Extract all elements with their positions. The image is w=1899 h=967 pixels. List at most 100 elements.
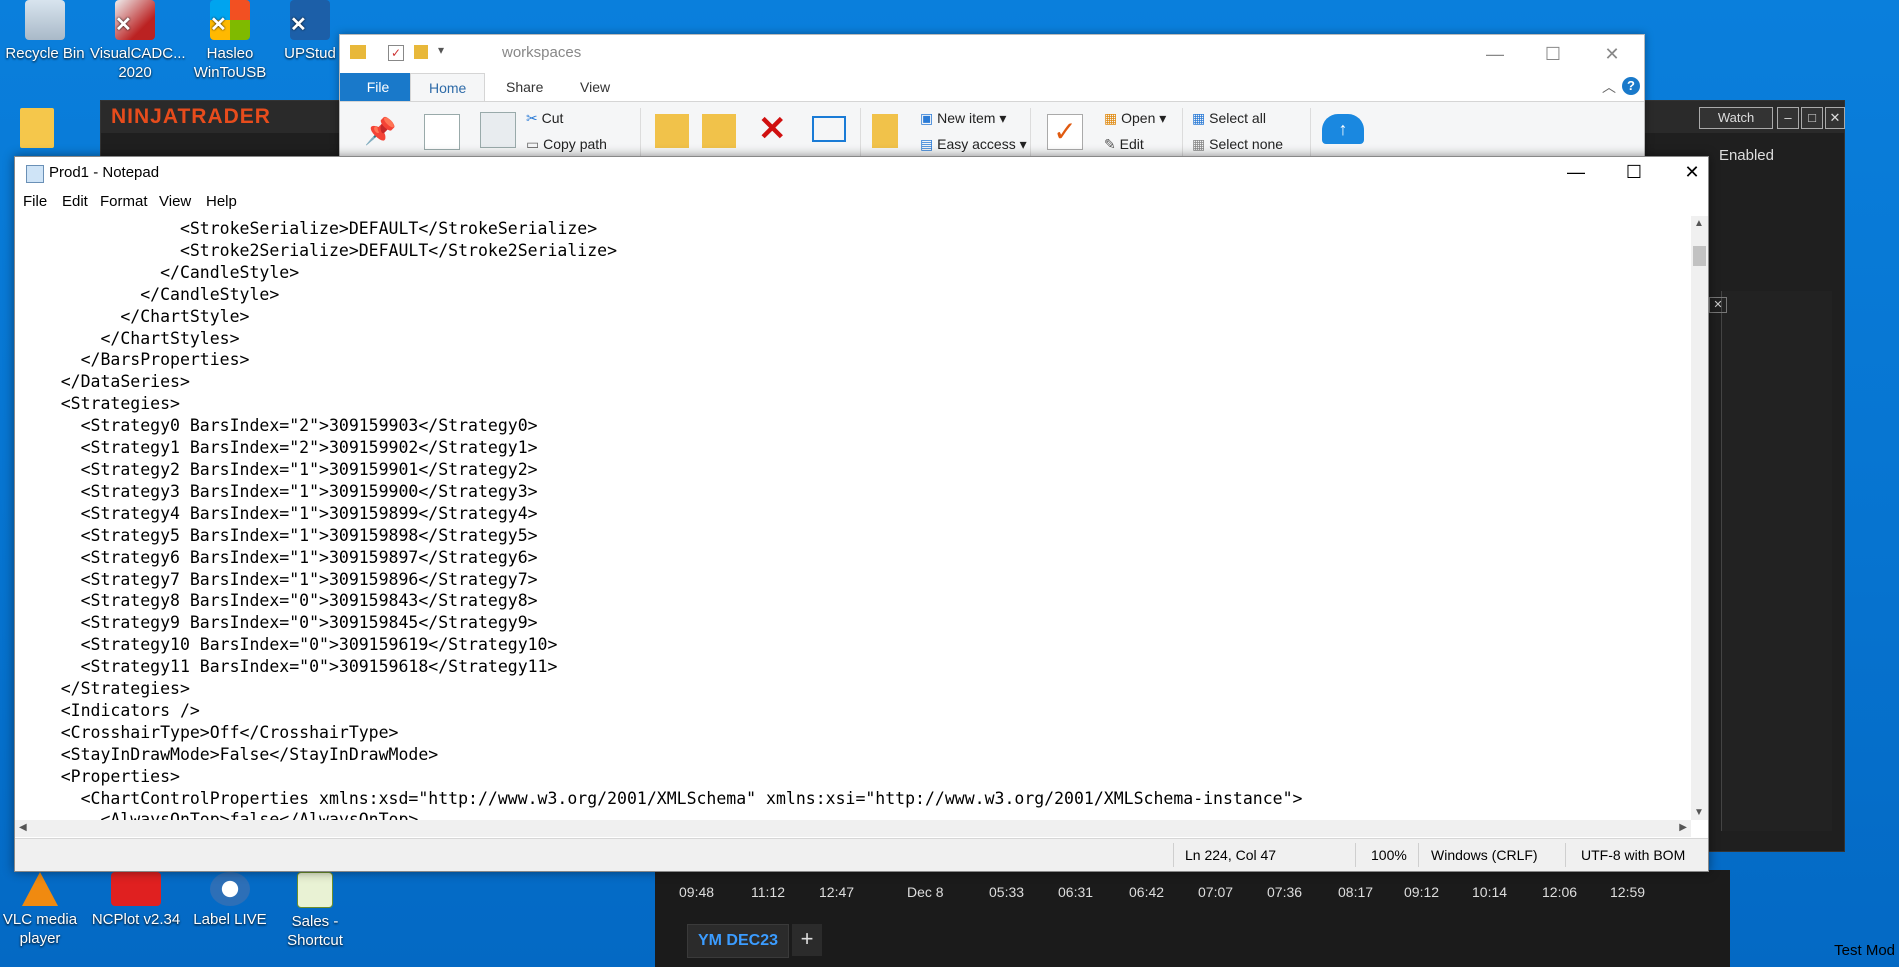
- menu-view[interactable]: View: [159, 193, 191, 210]
- desktop-icon-label: UPStud: [284, 45, 336, 62]
- copy-to-icon[interactable]: [702, 114, 736, 148]
- desktop-icon-visualcadc[interactable]: ✕ VisualCADC... 2020: [90, 0, 186, 82]
- nt-close-button[interactable]: ✕: [1825, 107, 1845, 129]
- menu-format[interactable]: Format: [100, 193, 148, 210]
- add-chart-tab-button[interactable]: +: [792, 924, 822, 956]
- notepad-minimize-button[interactable]: —: [1547, 153, 1605, 191]
- new-item-button[interactable]: ▣ New item ▾: [920, 110, 1006, 127]
- vlc-cone-icon: [22, 872, 58, 906]
- editor-line: <StayInDrawMode>False</StayInDrawMode>: [21, 744, 439, 764]
- nt-close-panel-icon[interactable]: ✕: [1709, 297, 1727, 313]
- editor-line: <StrokeSerialize>DEFAULT</StrokeSerializ…: [21, 219, 598, 238]
- desktop-icon-label-live[interactable]: Label LIVE: [185, 872, 275, 929]
- copy-path-label: Copy path: [543, 136, 607, 152]
- horizontal-scrollbar[interactable]: ◀ ▶: [15, 820, 1691, 837]
- notepad-menubar: File Edit Format View Help: [15, 189, 1708, 215]
- move-to-icon[interactable]: [655, 114, 689, 148]
- tab-view[interactable]: View: [562, 73, 628, 101]
- editor-line: <Indicators />: [21, 700, 200, 720]
- scroll-left-arrow-icon[interactable]: ◀: [19, 822, 27, 833]
- nt-maximize-button[interactable]: □: [1801, 107, 1823, 129]
- menu-edit[interactable]: Edit: [62, 193, 88, 210]
- edit-button[interactable]: ✎ Edit: [1104, 136, 1144, 153]
- scroll-down-arrow-icon[interactable]: ▼: [1694, 807, 1704, 818]
- explorer-maximize-button[interactable]: ☐: [1524, 35, 1582, 73]
- time-tick: 12:59: [1610, 884, 1646, 900]
- properties-big-icon[interactable]: ✓: [1047, 114, 1083, 150]
- ribbon-collapse-chevron-icon[interactable]: ︿: [1602, 77, 1616, 97]
- explorer-titlebar: ✓ ▾ workspaces — ☐ ✕: [340, 35, 1644, 73]
- tab-share[interactable]: Share: [488, 73, 561, 101]
- editor-line: </BarsProperties>: [21, 350, 250, 370]
- select-all-icon: ▦: [1192, 110, 1206, 126]
- scroll-up-arrow-icon[interactable]: ▲: [1694, 218, 1704, 229]
- select-none-button[interactable]: ▦ Select none: [1192, 136, 1283, 153]
- ribbon-tabs: File Home Share View ︿ ?: [340, 73, 1644, 102]
- notepad-maximize-button[interactable]: ☐: [1605, 153, 1663, 191]
- desktop-icon-sales-shortcut[interactable]: Sales - Shortcut: [280, 872, 350, 950]
- cut-button[interactable]: ✂ Cut: [526, 110, 563, 127]
- scroll-right-arrow-icon[interactable]: ▶: [1679, 822, 1687, 833]
- editor-line: <AlwaysOnTop>false</AlwaysOnTop>: [21, 810, 419, 820]
- explorer-title: workspaces: [502, 44, 582, 61]
- rename-icon[interactable]: [812, 116, 846, 142]
- tab-home[interactable]: Home: [410, 73, 486, 102]
- editor-line: <Strategy3 BarsIndex="1">309159900</Stra…: [21, 481, 538, 501]
- desktop-icon-label: NCPlot v2.34: [91, 911, 181, 928]
- desktop-icon-recycle-bin[interactable]: Recycle Bin: [0, 0, 90, 63]
- editor-line: <Stroke2Serialize>DEFAULT</Stroke2Serial…: [21, 240, 618, 260]
- notepad-window[interactable]: Prod1 - Notepad — ☐ ✕ File Edit Format V…: [14, 156, 1709, 872]
- nt-minimize-button[interactable]: –: [1777, 107, 1799, 129]
- new-folder-icon[interactable]: [414, 45, 428, 59]
- editor-line: <Strategy4 BarsIndex="1">309159899</Stra…: [21, 503, 538, 523]
- label-live-icon: [210, 872, 250, 906]
- editor-text: <StrokeSerialize>DEFAULT</StrokeSerializ…: [15, 216, 1691, 820]
- folder-icon: [350, 45, 366, 59]
- cloud-upload-icon[interactable]: ↑: [1322, 114, 1364, 144]
- spreadsheet-icon: [297, 872, 333, 908]
- paste-icon[interactable]: [480, 112, 516, 148]
- desktop-icon-label: VisualCADC... 2020: [90, 45, 186, 81]
- editor-line: <Strategy6 BarsIndex="1">309159897</Stra…: [21, 547, 538, 567]
- status-separator: [1173, 843, 1174, 867]
- time-tick: 09:48: [679, 884, 715, 900]
- desktop-icon-vlc[interactable]: VLC media player: [0, 872, 85, 948]
- help-icon[interactable]: ?: [1622, 77, 1640, 95]
- desktop-icon-ncplot[interactable]: NCPlot v2.34: [90, 872, 182, 929]
- text-editor-area[interactable]: <StrokeSerialize>DEFAULT</StrokeSerializ…: [15, 216, 1691, 820]
- editor-line: <Strategy9 BarsIndex="0">309159845</Stra…: [21, 613, 538, 633]
- vertical-scroll-thumb[interactable]: [1693, 246, 1706, 266]
- enabled-column-header: Enabled: [1718, 147, 1774, 164]
- vertical-scrollbar[interactable]: ▲ ▼: [1691, 216, 1708, 820]
- status-separator: [1355, 843, 1356, 867]
- easy-access-button[interactable]: ▤ Easy access ▾: [920, 136, 1027, 153]
- nt-side-panel: [1721, 291, 1832, 831]
- quick-access-chevron-icon[interactable]: ▾: [438, 43, 444, 57]
- new-folder-big-icon[interactable]: [872, 114, 898, 148]
- properties-icon[interactable]: ✓: [388, 45, 404, 61]
- notepad-icon: [26, 165, 44, 183]
- select-all-button[interactable]: ▦ Select all: [1192, 110, 1266, 127]
- desktop-icon-label: Hasleo WinToUSB: [193, 45, 267, 81]
- watch-button[interactable]: Watch: [1699, 107, 1773, 129]
- encoding: UTF-8 with BOM: [1581, 847, 1686, 863]
- editor-line: <Strategy10 BarsIndex="0">309159619</Str…: [21, 635, 558, 655]
- explorer-close-button[interactable]: ✕: [1583, 35, 1641, 73]
- copy-icon[interactable]: [424, 114, 460, 150]
- open-icon: ▦: [1104, 110, 1118, 126]
- explorer-minimize-button[interactable]: —: [1466, 35, 1524, 73]
- notepad-close-button[interactable]: ✕: [1663, 153, 1721, 191]
- desktop-icon-hasleo[interactable]: ✕ Hasleo WinToUSB: [185, 0, 275, 82]
- folder-icon[interactable]: [20, 108, 54, 148]
- tab-file[interactable]: File: [340, 73, 416, 101]
- time-tick: Dec 8: [907, 884, 944, 900]
- chart-tab-ym-dec23[interactable]: YM DEC23: [687, 924, 789, 958]
- delete-icon[interactable]: ✕: [758, 112, 792, 146]
- editor-line: <CrosshairType>Off</CrosshairType>: [21, 722, 399, 742]
- menu-file[interactable]: File: [23, 193, 47, 210]
- menu-help[interactable]: Help: [206, 193, 237, 210]
- desktop-icon-upstudio[interactable]: ✕ UPStud: [280, 0, 340, 63]
- open-button[interactable]: ▦ Open ▾: [1104, 110, 1166, 127]
- pin-icon[interactable]: 📌: [364, 116, 398, 150]
- copy-path-button[interactable]: ▭ Copy path: [526, 136, 607, 153]
